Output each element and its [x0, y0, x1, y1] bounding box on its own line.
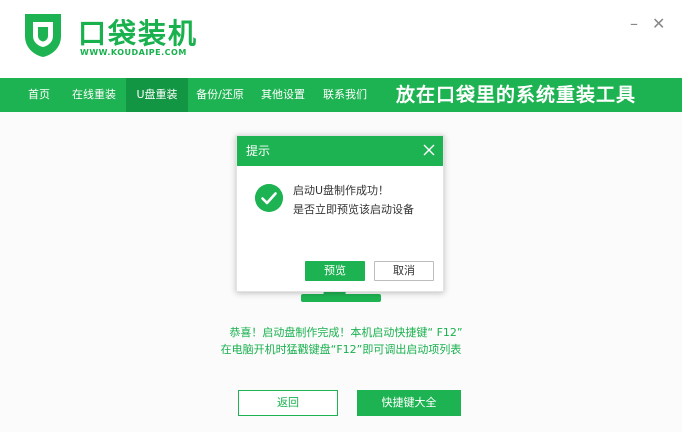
- dialog-header: 提示: [237, 136, 443, 166]
- brand-name: 口袋装机: [78, 17, 199, 50]
- nav-item-online-reinstall[interactable]: 在线重装: [62, 78, 126, 112]
- shortcut-keys-button[interactable]: 快捷键大全: [357, 390, 461, 416]
- brand-website: WWW.KOUDAIPE.COM: [80, 48, 187, 57]
- success-dialog: 提示 启动U盘制作成功！ 是否立即预览该启动设备 预览 取消: [236, 135, 444, 292]
- window-close-button[interactable]: ✕: [652, 14, 665, 33]
- close-icon[interactable]: [421, 142, 437, 158]
- header: 口袋装机 WWW.KOUDAIPE.COM – ✕: [0, 0, 682, 78]
- cancel-button[interactable]: 取消: [374, 261, 434, 281]
- nav-slogan: 放在口袋里的系统重装工具: [396, 84, 637, 106]
- info-shortcut-key: 恭喜！启动盘制作完成！本机启动快捷键“ F12”: [229, 326, 463, 339]
- check-circle-icon: [255, 184, 283, 212]
- nav-item-home[interactable]: 首页: [16, 78, 62, 112]
- nav-item-backup-restore[interactable]: 备份/还原: [188, 78, 252, 112]
- info-boot-menu-hint: 在电脑开机时猛戳键盘“F12”即可调出启动项列表: [220, 343, 462, 356]
- back-button[interactable]: 返回: [238, 390, 338, 416]
- dialog-message-question: 是否立即预览该启动设备: [293, 203, 414, 216]
- monitor-stand-base: [301, 294, 381, 302]
- main-nav: 首页 在线重装 U盘重装 备份/还原 其他设置 联系我们 放在口袋里的系统重装工…: [0, 78, 682, 112]
- app-window: 口袋装机 WWW.KOUDAIPE.COM – ✕ 首页 在线重装 U盘重装 备…: [0, 0, 682, 432]
- dialog-message-success: 启动U盘制作成功！: [293, 184, 390, 197]
- minimize-button[interactable]: –: [630, 14, 638, 33]
- shield-icon: [25, 14, 61, 57]
- nav-item-contact-us[interactable]: 联系我们: [314, 78, 376, 112]
- nav-item-usb-reinstall[interactable]: U盘重装: [126, 78, 188, 112]
- nav-item-other-settings[interactable]: 其他设置: [252, 78, 314, 112]
- preview-button[interactable]: 预览: [305, 261, 365, 281]
- dialog-title: 提示: [246, 144, 271, 158]
